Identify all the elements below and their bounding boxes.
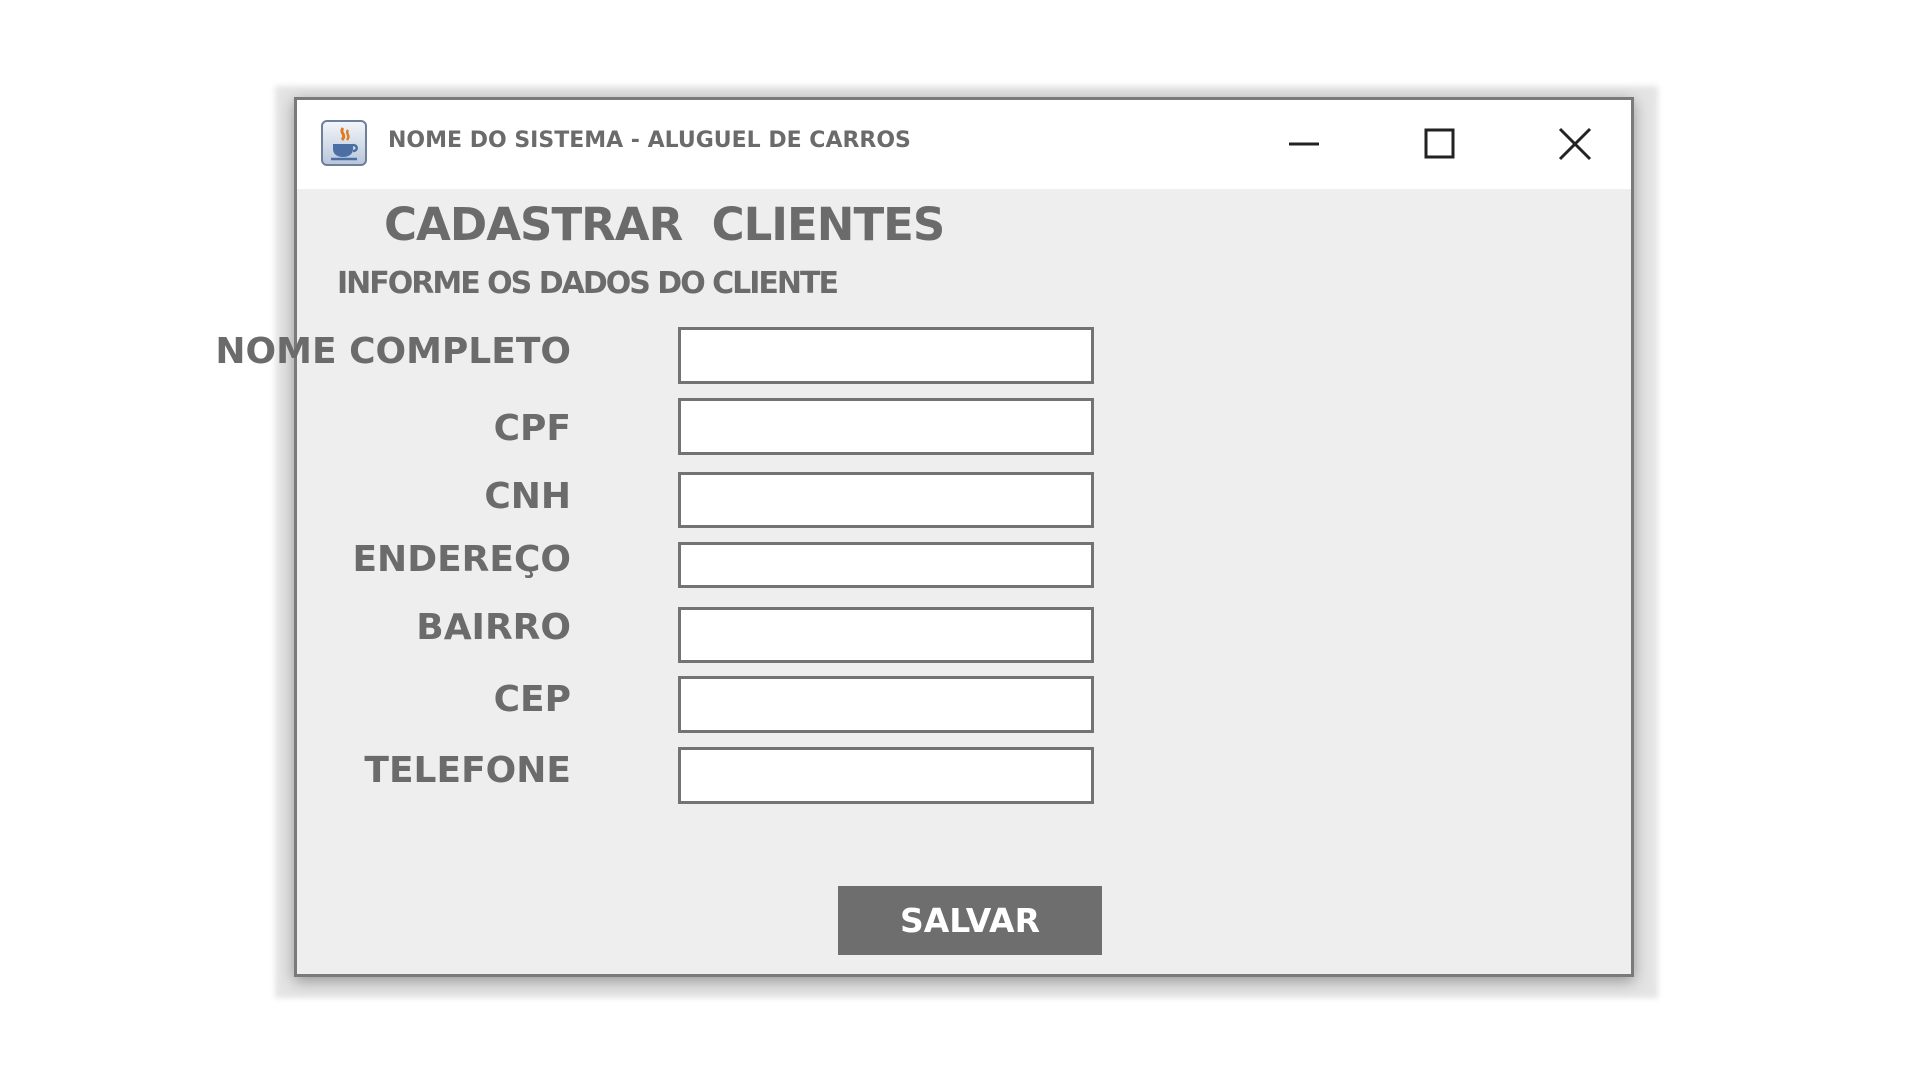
cpf-input[interactable] xyxy=(678,398,1094,455)
page-title: CADASTRAR CLIENTES xyxy=(384,198,945,251)
maximize-icon xyxy=(1424,128,1455,159)
save-button[interactable]: SALVAR xyxy=(838,886,1102,955)
close-icon xyxy=(1558,127,1592,161)
neighborhood-input[interactable] xyxy=(678,607,1094,663)
cnh-label: CNH xyxy=(484,476,571,517)
cnh-input[interactable] xyxy=(678,472,1094,528)
phone-input[interactable] xyxy=(678,747,1094,804)
title-bar[interactable]: NOME DO SISTEMA - ALUGUEL DE CARROS xyxy=(297,100,1631,189)
address-label: ENDEREÇO xyxy=(352,539,571,580)
close-button[interactable] xyxy=(1548,117,1602,171)
cep-label: CEP xyxy=(493,679,571,720)
minimize-icon xyxy=(1289,142,1319,146)
app-window: NOME DO SISTEMA - ALUGUEL DE CARROS CADA… xyxy=(215,97,1634,977)
java-cup-icon xyxy=(321,120,367,166)
cpf-label: CPF xyxy=(493,408,571,449)
cep-input[interactable] xyxy=(678,676,1094,733)
window-title: NOME DO SISTEMA - ALUGUEL DE CARROS xyxy=(388,128,911,153)
full-name-label: NOME COMPLETO xyxy=(215,331,571,372)
full-name-input[interactable] xyxy=(678,327,1094,384)
form-subtitle: INFORME OS DADOS DO CLIENTE xyxy=(337,266,839,301)
maximize-button[interactable] xyxy=(1413,117,1467,171)
neighborhood-label: BAIRRO xyxy=(416,607,571,648)
minimize-button[interactable] xyxy=(1277,117,1331,171)
address-input[interactable] xyxy=(678,542,1094,588)
phone-label: TELEFONE xyxy=(364,750,571,791)
